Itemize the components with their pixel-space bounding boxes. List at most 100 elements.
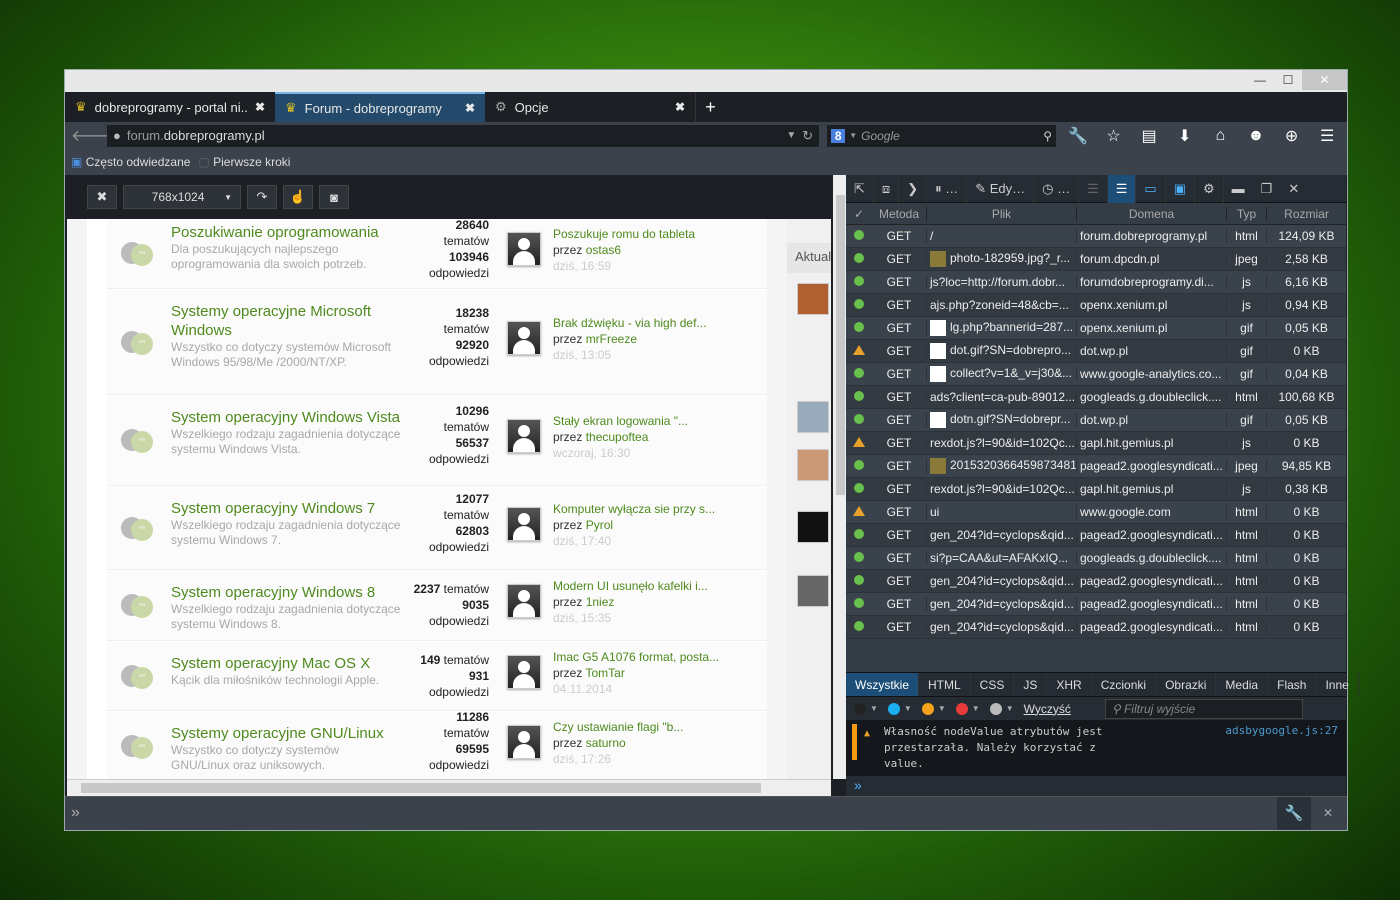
forum-title-link[interactable]: Poszukiwanie oprogramowania	[171, 223, 401, 242]
touch-button[interactable]: ☝	[283, 185, 313, 209]
timeline-icon[interactable]: ☰	[1079, 174, 1108, 203]
dropdown-icon[interactable]: ▼	[786, 130, 796, 141]
console-tab[interactable]: JS	[1014, 673, 1048, 696]
request-row[interactable]: GET photo-182959.jpg?_r... forum.dpcdn.p…	[846, 248, 1346, 271]
last-post-link[interactable]: Modern UI usunęło kafelki i...	[553, 578, 753, 594]
reload-icon[interactable]: ↻	[802, 128, 813, 144]
request-row[interactable]: GET rexdot.js?l=90&id=102Qc... gapl.hit.…	[846, 478, 1346, 501]
settings-icon[interactable]: ⚙	[1195, 174, 1224, 203]
header-file[interactable]: Plik	[926, 206, 1076, 221]
request-row[interactable]: GET 2015320366459873481 pagead2.googlesy…	[846, 455, 1346, 478]
developer-icon[interactable]: ⊕	[1278, 126, 1306, 146]
request-row[interactable]: GET js?loc=http://forum.dobr... forumdob…	[846, 271, 1346, 294]
style-editor-tool[interactable]: ✎ Edy…	[967, 174, 1035, 203]
console-tool-icon[interactable]: ❯	[899, 174, 928, 203]
console-tab[interactable]: Inne	[1316, 673, 1359, 696]
network-tool-icon[interactable]: ☰	[1107, 174, 1137, 203]
forum-title-link[interactable]: System operacyjny Windows 8	[171, 583, 401, 602]
forum-title-link[interactable]: Systemy operacyjne GNU/Linux	[171, 724, 401, 743]
console-tab[interactable]: Czcionki	[1092, 673, 1157, 696]
user-link[interactable]: Pyrol	[586, 518, 613, 532]
avatar[interactable]	[797, 401, 829, 433]
request-row[interactable]: GET gen_204?id=cyclops&qid... pagead2.go…	[846, 616, 1346, 639]
responsive-mode-icon[interactable]: ⧈	[874, 174, 900, 203]
performance-tool[interactable]: ◷ …	[1034, 174, 1080, 203]
bookmarks-list-icon[interactable]: ▤	[1135, 126, 1163, 146]
search-input[interactable]: 8 ▼ Google ⚲	[827, 124, 1057, 147]
console-tab[interactable]: Flash	[1268, 673, 1317, 696]
header-status[interactable]: ✓	[846, 207, 872, 221]
dock-icon[interactable]: ▬	[1224, 175, 1253, 203]
last-post-link[interactable]: Brak dźwięku - via high def...	[553, 315, 753, 331]
chevron-down-icon[interactable]: ▼	[904, 704, 912, 713]
console-tab[interactable]: CSS	[971, 673, 1015, 696]
request-row[interactable]: GET dotn.gif?SN=dobrepr... dot.wp.pl gif…	[846, 409, 1346, 432]
chevron-down-icon[interactable]: ▼	[870, 704, 878, 713]
console-tab[interactable]: XHR	[1047, 673, 1092, 696]
avatar[interactable]	[797, 283, 829, 315]
horizontal-scrollbar[interactable]	[67, 779, 831, 796]
chevron-down-icon[interactable]: ▼	[972, 704, 980, 713]
close-tab-icon[interactable]: ✖	[255, 100, 265, 114]
last-post-link[interactable]: Imac G5 A1076 format, posta...	[553, 649, 753, 665]
last-post-link[interactable]: Komputer wyłącza sie przy s...	[553, 501, 753, 517]
wrench-toggle-icon[interactable]: 🔧	[1277, 797, 1311, 830]
bookmark-often-visited[interactable]: ▣ Często odwiedzane	[71, 155, 190, 169]
tab-dobreprogramy[interactable]: ♛ dobreprogramy - portal ni... ✖	[65, 92, 275, 122]
avatar[interactable]	[797, 449, 829, 481]
new-tab-button[interactable]: +	[695, 92, 725, 122]
undock-icon[interactable]: ❐	[1253, 175, 1281, 203]
user-avatar[interactable]	[507, 584, 541, 618]
request-row[interactable]: GET ads?client=ca-pub-89012... googleads…	[846, 386, 1346, 409]
console-tab[interactable]: HTML	[919, 673, 971, 696]
user-link[interactable]: 1niez	[586, 595, 615, 609]
forum-title-link[interactable]: Systemy operacyjne Microsoft Windows	[171, 302, 401, 340]
debugger-tool[interactable]: ⏸ …	[927, 174, 968, 203]
size-select[interactable]: 768x1024 ▼	[123, 185, 241, 209]
forum-title-link[interactable]: System operacyjny Windows 7	[171, 499, 401, 518]
clear-button[interactable]: Wyczyść	[1024, 702, 1071, 716]
console-tab[interactable]: Wszystkie	[846, 673, 919, 696]
bookmark-first-steps[interactable]: ▢ Pierwsze kroki	[198, 155, 290, 169]
user-avatar[interactable]	[507, 506, 541, 541]
minimize-button[interactable]: —	[1246, 70, 1274, 90]
filter-toggle-1[interactable]	[887, 702, 900, 715]
chevron-down-icon[interactable]: ▼	[938, 704, 946, 713]
close-devtools-icon[interactable]: ✕	[1280, 175, 1307, 203]
user-link[interactable]: mrFreeze	[586, 332, 637, 346]
console-tab[interactable]: Obrazki	[1156, 673, 1217, 696]
download-icon[interactable]: ⬇	[1171, 126, 1199, 146]
request-row[interactable]: GET collect?v=1&_v=j30&... www.google-an…	[846, 363, 1346, 386]
maximize-button[interactable]: ☐	[1274, 70, 1302, 90]
user-link[interactable]: saturno	[586, 736, 626, 750]
close-tab-icon[interactable]: ✖	[465, 101, 475, 115]
last-post-link[interactable]: Stały ekran logowania "...	[553, 413, 753, 429]
user-avatar[interactable]	[507, 654, 541, 689]
last-post-link[interactable]: Poszukuje romu do tableta	[553, 226, 753, 242]
filter-output-input[interactable]: ⚲ Filtruj wyjście	[1104, 698, 1303, 719]
search-icon[interactable]: ⚲	[1043, 129, 1052, 143]
frame-icon[interactable]: ▣	[1166, 174, 1196, 203]
request-row[interactable]: GET ajs.php?zoneid=48&cb=... openx.xeniu…	[846, 294, 1346, 317]
close-window-button[interactable]: ✕	[1302, 70, 1347, 90]
user-avatar[interactable]	[507, 725, 541, 759]
request-row[interactable]: GET dot.gif?SN=dobrepro... dot.wp.pl gif…	[846, 340, 1346, 363]
user-avatar[interactable]	[507, 232, 541, 266]
header-size[interactable]: Rozmiar	[1266, 206, 1346, 221]
user-avatar[interactable]	[507, 320, 541, 355]
request-row[interactable]: GET gen_204?id=cyclops&qid... pagead2.go…	[846, 524, 1346, 547]
request-row[interactable]: GET ui www.google.com html 0 KB	[846, 501, 1346, 524]
request-row[interactable]: GET lg.php?bannerid=287... openx.xenium.…	[846, 317, 1346, 340]
header-type[interactable]: Typ	[1226, 206, 1266, 221]
user-link[interactable]: thecupoftea	[586, 430, 649, 444]
header-domain[interactable]: Domena	[1076, 206, 1226, 221]
filter-toggle-3[interactable]	[955, 702, 968, 715]
filter-toggle-2[interactable]	[921, 702, 934, 715]
avatar[interactable]	[797, 575, 829, 607]
request-row[interactable]: GET si?p=CAA&ut=AFAKxIQ... googleads.g.d…	[846, 547, 1346, 570]
engine-dropdown-icon[interactable]: ▼	[849, 131, 857, 140]
tab-options[interactable]: ⚙ Opcje ✖	[485, 92, 695, 122]
tab-forum[interactable]: ♛ Forum - dobreprogramy ✖	[275, 92, 485, 122]
console-input[interactable]: »	[846, 776, 1346, 796]
chevron-down-icon[interactable]: ▼	[1006, 704, 1014, 713]
